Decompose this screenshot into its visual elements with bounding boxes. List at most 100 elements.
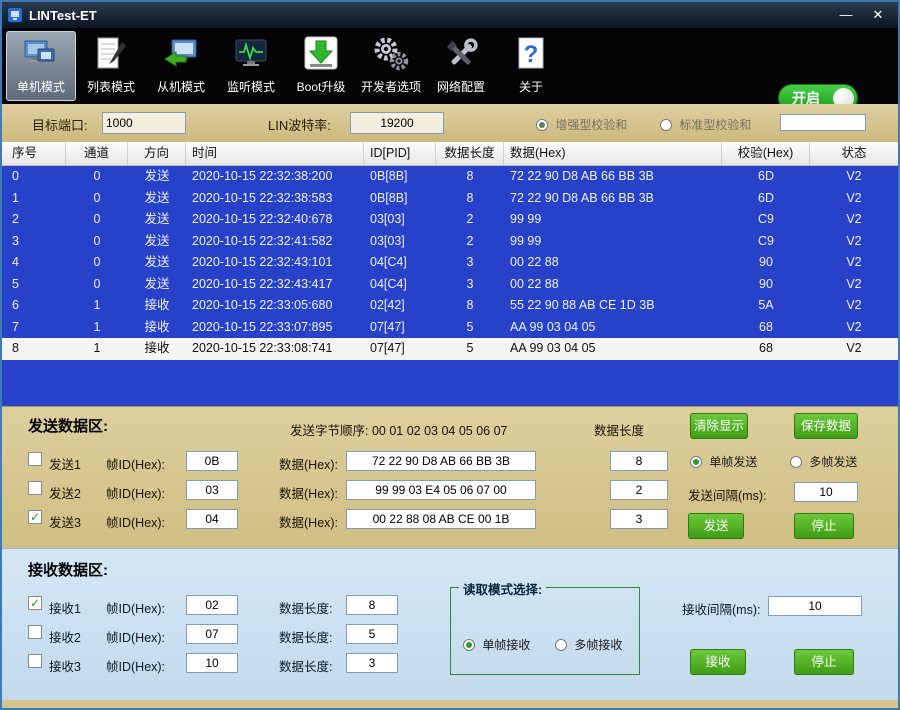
column-header[interactable]: 校验(Hex): [722, 142, 810, 165]
column-header[interactable]: 通道: [66, 142, 128, 165]
boot-upgrade-icon: [301, 35, 341, 75]
table-row[interactable]: 10发送2020-10-15 22:32:38:5830B[8B]872 22 …: [2, 188, 898, 210]
table-cell: V2: [810, 317, 898, 339]
send-stop-button[interactable]: 停止: [794, 513, 854, 539]
send-data-input[interactable]: [346, 480, 536, 500]
table-row[interactable]: 30发送2020-10-15 22:32:41:58203[03]299 99C…: [2, 231, 898, 253]
frame-id-input[interactable]: [186, 624, 238, 644]
frame-id-label: 帧ID(Hex):: [106, 627, 165, 646]
baud-rate-input[interactable]: [350, 112, 444, 134]
length-input[interactable]: [346, 624, 398, 644]
checksum-standard-radio[interactable]: 标准型校验和: [660, 116, 751, 133]
column-header[interactable]: 数据长度: [436, 142, 504, 165]
table-cell: V2: [810, 295, 898, 317]
send-data-input[interactable]: [346, 509, 536, 529]
baud-rate-label: LIN波特率:: [268, 115, 331, 134]
byte-order-label: 发送字节顺序: 00 01 02 03 04 05 06 07: [290, 420, 508, 439]
send-enable-checkbox[interactable]: ✓: [28, 510, 42, 524]
column-header[interactable]: 时间: [186, 142, 364, 165]
table-row[interactable]: 00发送2020-10-15 22:32:38:2000B[8B]872 22 …: [2, 166, 898, 188]
receive-enable-checkbox[interactable]: ✓: [28, 596, 42, 610]
length-input[interactable]: [610, 509, 668, 529]
receive-single-frame-radio[interactable]: 单帧接收: [463, 636, 530, 653]
radio-label: 单帧发送: [709, 455, 757, 469]
send-multi-frame-radio[interactable]: 多帧发送: [790, 453, 857, 470]
table-row[interactable]: 40发送2020-10-15 22:32:43:10104[C4]300 22 …: [2, 252, 898, 274]
receive-button[interactable]: 接收: [690, 649, 746, 675]
column-header[interactable]: 状态: [810, 142, 898, 165]
save-data-button[interactable]: 保存数据: [794, 413, 858, 439]
toolbar-item-listen-mode[interactable]: 监听模式: [216, 31, 286, 101]
frame-id-input[interactable]: [186, 480, 238, 500]
table-cell: 3: [2, 231, 66, 253]
table-cell: 6D: [722, 188, 810, 210]
length-input[interactable]: [610, 451, 668, 471]
table-cell: 55 22 90 88 AB CE 1D 3B: [504, 295, 722, 317]
settings-bar: 目标端口: LIN波特率: 增强型校验和 标准型校验和: [2, 104, 898, 142]
table-cell: 0: [2, 166, 66, 188]
frame-id-input[interactable]: [186, 509, 238, 529]
column-header[interactable]: 方向: [128, 142, 186, 165]
table-row[interactable]: 50发送2020-10-15 22:32:43:41704[C4]300 22 …: [2, 274, 898, 296]
table-cell: 5: [2, 274, 66, 296]
send-row: 发送1帧ID(Hex):数据(Hex):: [2, 447, 682, 476]
receive-stop-button[interactable]: 停止: [794, 649, 854, 675]
table-row[interactable]: 20发送2020-10-15 22:32:40:67803[03]299 99C…: [2, 209, 898, 231]
read-mode-group-label: 读取模式选择:: [459, 579, 546, 598]
data-label: 数据(Hex):: [279, 454, 338, 473]
toolbar-item-boot-upgrade[interactable]: Boot升级: [286, 31, 356, 101]
receive-enable-checkbox[interactable]: [28, 625, 42, 639]
receive-enable-checkbox[interactable]: [28, 654, 42, 668]
column-header[interactable]: ID[PID]: [364, 142, 436, 165]
data-length-header-label: 数据长度: [594, 420, 644, 439]
table-row[interactable]: 81接收2020-10-15 22:33:08:74107[47]5AA 99 …: [2, 338, 898, 360]
toolbar-item-about[interactable]: ? 关于: [496, 31, 566, 101]
table-cell: V2: [810, 166, 898, 188]
toolbar-item-label: 单机模式: [7, 78, 75, 95]
frame-id-input[interactable]: [186, 595, 238, 615]
toolbar-item-developer-options[interactable]: 开发者选项: [356, 31, 426, 101]
send-enable-checkbox[interactable]: [28, 481, 42, 495]
minimize-button[interactable]: —: [830, 2, 862, 28]
clear-display-button[interactable]: 清除显示: [690, 413, 748, 439]
table-cell: 2020-10-15 22:33:05:680: [186, 295, 364, 317]
target-port-input[interactable]: [102, 112, 186, 134]
toolbar-item-list-mode[interactable]: 列表模式: [76, 31, 146, 101]
receive-multi-frame-radio[interactable]: 多帧接收: [555, 636, 622, 653]
table-row[interactable]: 71接收2020-10-15 22:33:07:89507[47]5AA 99 …: [2, 317, 898, 339]
send-interval-input[interactable]: [794, 482, 858, 502]
table-cell: 2: [436, 231, 504, 253]
table-cell: 发送: [128, 252, 186, 274]
table-cell: 0: [66, 274, 128, 296]
close-button[interactable]: ✕: [862, 2, 894, 28]
send-enable-checkbox[interactable]: [28, 452, 42, 466]
receive-interval-input[interactable]: [768, 596, 862, 616]
column-header[interactable]: 序号: [2, 142, 66, 165]
table-cell: 99 99: [504, 231, 722, 253]
table-cell: 1: [66, 317, 128, 339]
table-cell: 2020-10-15 22:32:38:200: [186, 166, 364, 188]
length-input[interactable]: [346, 653, 398, 673]
send-button[interactable]: 发送: [688, 513, 744, 539]
table-row[interactable]: 61接收2020-10-15 22:33:05:68002[42]855 22 …: [2, 295, 898, 317]
log-table-body: 00发送2020-10-15 22:32:38:2000B[8B]872 22 …: [2, 166, 898, 406]
toolbar-item-single-mode[interactable]: 单机模式: [6, 31, 76, 101]
frame-id-label: 帧ID(Hex):: [106, 598, 165, 617]
toolbar-item-network-config[interactable]: 网络配置: [426, 31, 496, 101]
send-single-frame-radio[interactable]: 单帧发送: [690, 453, 757, 470]
column-header[interactable]: 数据(Hex): [504, 142, 722, 165]
length-input[interactable]: [346, 595, 398, 615]
table-cell: 2020-10-15 22:32:43:101: [186, 252, 364, 274]
radio-icon: [790, 456, 802, 468]
length-input[interactable]: [610, 480, 668, 500]
aux-input[interactable]: [780, 114, 866, 131]
checksum-enhanced-radio[interactable]: 增强型校验和: [536, 116, 627, 133]
window-title: LINTest-ET: [29, 8, 97, 23]
frame-id-input[interactable]: [186, 653, 238, 673]
send-data-input[interactable]: [346, 451, 536, 471]
table-cell: 2020-10-15 22:32:40:678: [186, 209, 364, 231]
toolbar-item-slave-mode[interactable]: 从机模式: [146, 31, 216, 101]
frame-id-label: 帧ID(Hex):: [106, 656, 165, 675]
table-cell: 68: [722, 317, 810, 339]
frame-id-input[interactable]: [186, 451, 238, 471]
